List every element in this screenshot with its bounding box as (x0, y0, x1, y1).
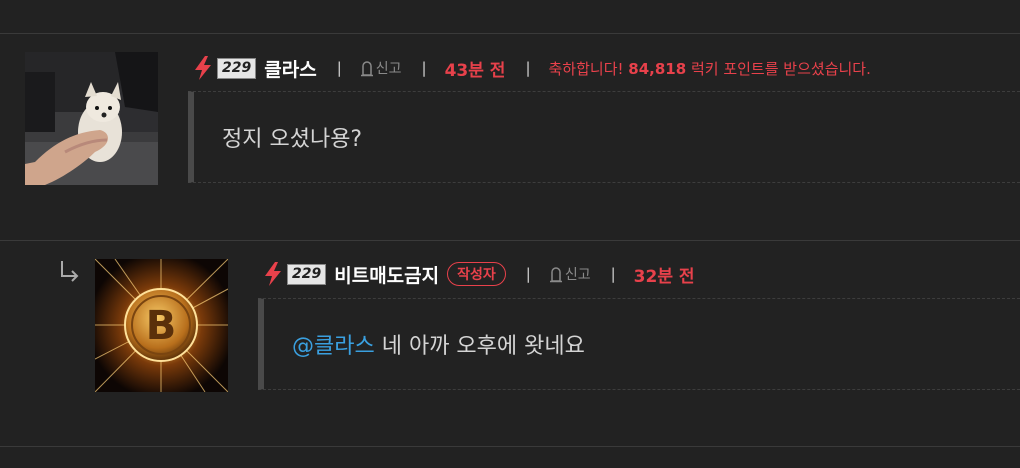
comment-text: 정지 오셨나용? (222, 127, 363, 152)
comment-body: @클라스 네 아까 오후에 왓네요 (258, 298, 1020, 390)
svg-text:B: B (146, 303, 177, 349)
level-badge: 229 (287, 263, 327, 285)
comment-meta: 229 비트매도금지 작성자 | 신고 | 32분 전 (262, 259, 695, 289)
author-badge: 작성자 (447, 262, 506, 286)
report-icon (549, 267, 562, 283)
reply-text: 네 아까 오후에 왓네요 (374, 334, 585, 359)
lucky-points: 84,818 (628, 59, 687, 78)
comment-text: @클라스 네 아까 오후에 왓네요 (292, 328, 585, 360)
separator: | (336, 59, 342, 77)
comment-time: 32분 전 (633, 266, 695, 287)
level-badge: 229 (217, 57, 257, 79)
comment-time: 43분 전 (444, 60, 506, 81)
separator: | (610, 265, 616, 283)
reply-arrow-icon (58, 258, 82, 286)
author-nickname[interactable]: 클라스 (264, 55, 316, 82)
avatar[interactable] (25, 52, 158, 185)
report-button[interactable]: 신고 (360, 58, 402, 78)
comment-divider (0, 240, 1020, 241)
lucky-prefix: 축하합니다! (548, 59, 629, 78)
report-label: 신고 (375, 61, 402, 77)
separator: | (525, 265, 531, 283)
lightning-icon (192, 55, 214, 81)
mention-link[interactable]: @클라스 (292, 334, 375, 359)
comment-meta: 229 클라스 | 신고 | 43분 전 | 축하합니다! 84,818 럭키 … (192, 53, 871, 83)
lucky-points-message: 축하합니다! 84,818 럭키 포인트를 받으셨습니다. (549, 58, 871, 79)
report-label: 신고 (564, 267, 591, 283)
comment-body: 정지 오셨나용? (188, 91, 1020, 183)
separator: | (525, 59, 531, 77)
author-nickname[interactable]: 비트매도금지 (334, 261, 439, 288)
lightning-icon (262, 261, 284, 287)
report-icon (360, 61, 373, 77)
separator: | (421, 59, 427, 77)
lucky-suffix: 럭키 포인트를 받으셨습니다. (686, 59, 871, 78)
bottom-divider (0, 446, 1020, 447)
top-divider (0, 33, 1020, 34)
report-button[interactable]: 신고 (549, 264, 591, 284)
avatar[interactable]: B (95, 259, 228, 392)
